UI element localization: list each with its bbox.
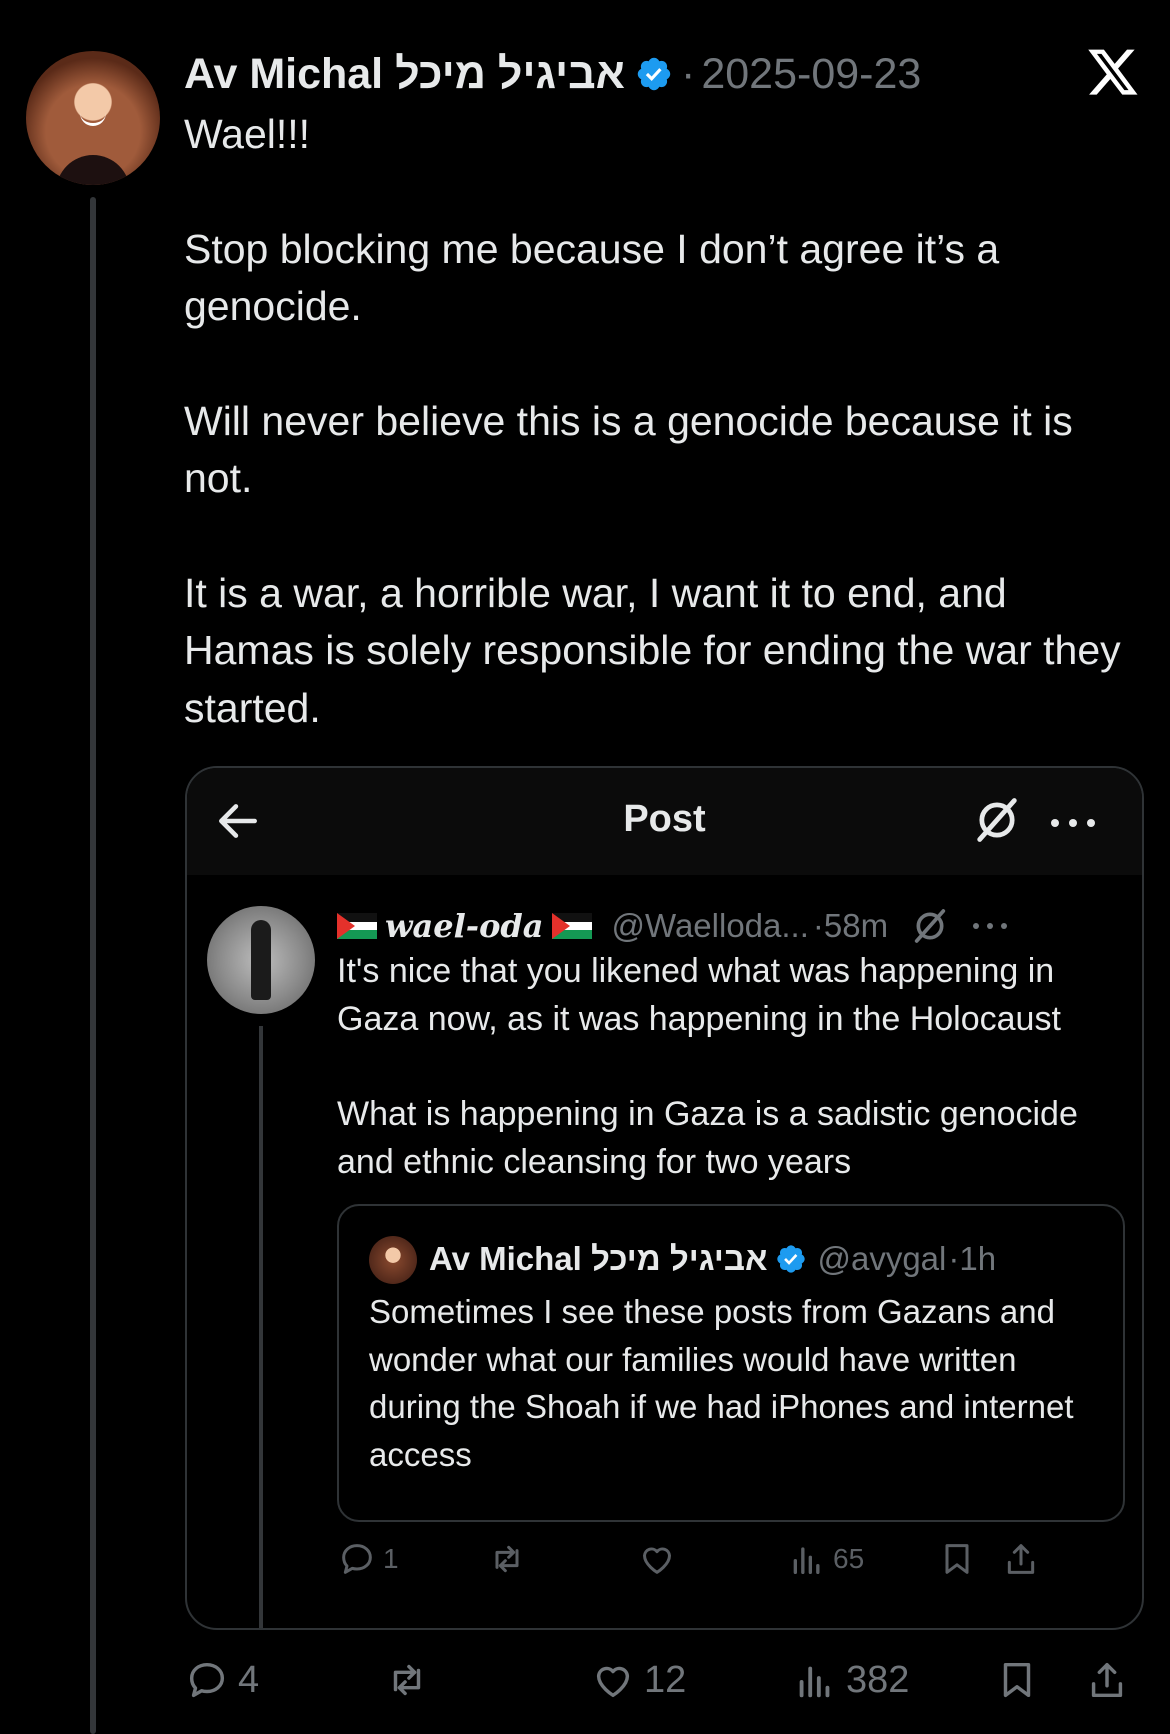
post-date[interactable]: 2025-09-23 bbox=[701, 50, 921, 99]
reply-time: ·58m bbox=[812, 907, 889, 944]
views-button[interactable]: 65 bbox=[787, 1534, 864, 1584]
post-nav-bar: Post bbox=[187, 768, 1142, 875]
views-count: 382 bbox=[846, 1658, 910, 1701]
embedded-screenshot[interactable]: Post wael-oda @Waelloda... ·58m It's nic… bbox=[185, 766, 1144, 1630]
repost-icon bbox=[495, 1545, 519, 1573]
quoted-post[interactable]: Av Michal אביגיל מיכל @avygal ·1h Someti… bbox=[337, 1204, 1125, 1522]
like-icon bbox=[596, 1666, 630, 1698]
thread-line bbox=[90, 197, 96, 1734]
verified-badge-icon bbox=[637, 57, 671, 91]
reply-icon bbox=[189, 1662, 225, 1698]
reply-count: 1 bbox=[383, 1543, 399, 1574]
repost-button[interactable] bbox=[384, 1652, 430, 1708]
like-icon bbox=[643, 1547, 671, 1574]
views-icon bbox=[793, 1547, 820, 1574]
quoted-author-avatar bbox=[369, 1236, 417, 1284]
bookmark-icon bbox=[1003, 1662, 1031, 1698]
share-button[interactable] bbox=[1001, 1534, 1041, 1584]
reply-body: It's nice that you likened what was happ… bbox=[337, 948, 1127, 1234]
reply-thread-line bbox=[259, 1026, 263, 1628]
reply-icon bbox=[342, 1544, 372, 1574]
quoted-body: Sometimes I see these posts from Gazans … bbox=[369, 1293, 1074, 1473]
quoted-author-name: Av Michal אביגיל מיכל bbox=[429, 1240, 768, 1277]
header-separator: · bbox=[681, 49, 696, 98]
post-paragraph: It is a war, a horrible war, I want it t… bbox=[184, 569, 1121, 731]
grok-icon[interactable] bbox=[971, 794, 1023, 846]
reply-count: 4 bbox=[238, 1658, 260, 1701]
views-button[interactable]: 382 bbox=[792, 1652, 909, 1708]
share-icon bbox=[1007, 1544, 1035, 1574]
post-paragraph: Wael!!! bbox=[184, 111, 311, 157]
post-body: Wael!!! Stop blocking me because I don’t… bbox=[184, 106, 1134, 794]
bookmark-icon bbox=[945, 1544, 969, 1574]
author-name[interactable]: Av Michal אביגיל מיכל bbox=[184, 50, 625, 99]
reply-author-avatar[interactable] bbox=[207, 906, 315, 1014]
quoted-handle: @avygal bbox=[817, 1240, 947, 1277]
reply-paragraph: It's nice that you likened what was happ… bbox=[337, 952, 1061, 1038]
reply-action-bar: 1 65 bbox=[337, 1534, 1137, 1584]
quoted-time: ·1h bbox=[948, 1240, 997, 1277]
palestine-flag-icon bbox=[551, 913, 592, 939]
reply-author-name[interactable]: wael-oda bbox=[385, 907, 544, 945]
share-icon bbox=[1091, 1662, 1123, 1698]
post-paragraph: Stop blocking me because I don’t agree i… bbox=[184, 225, 1000, 330]
repost-button[interactable] bbox=[487, 1534, 527, 1584]
more-icon[interactable] bbox=[972, 922, 1008, 930]
like-button[interactable]: 12 bbox=[590, 1652, 686, 1708]
views-icon bbox=[799, 1666, 830, 1698]
x-logo-icon[interactable] bbox=[1086, 46, 1140, 96]
palestine-flag-icon bbox=[337, 913, 377, 939]
like-count: 12 bbox=[644, 1658, 687, 1701]
grok-icon[interactable] bbox=[910, 906, 950, 946]
reply-header: wael-oda @Waelloda... ·58m bbox=[337, 901, 1008, 951]
post-header: Av Michal אביגיל מיכל · 2025-09-23 bbox=[184, 44, 921, 104]
reply-handle[interactable]: @Waelloda... bbox=[612, 907, 809, 945]
post-action-bar: 4 12 382 bbox=[184, 1652, 1144, 1708]
verified-badge-icon bbox=[777, 1245, 806, 1273]
views-count: 65 bbox=[833, 1543, 865, 1574]
quoted-header: Av Michal אביגיל מיכל @avygal ·1h bbox=[429, 1234, 996, 1284]
more-icon[interactable] bbox=[1049, 818, 1097, 828]
bookmark-button[interactable] bbox=[937, 1534, 977, 1584]
reply-button[interactable]: 1 bbox=[337, 1534, 399, 1584]
reply-paragraph: What is happening in Gaza is a sadistic … bbox=[337, 1095, 1078, 1181]
bookmark-button[interactable] bbox=[994, 1652, 1040, 1708]
repost-icon bbox=[393, 1664, 421, 1696]
author-avatar[interactable] bbox=[26, 51, 160, 185]
post-paragraph: Will never believe this is a genocide be… bbox=[184, 397, 1073, 502]
like-button[interactable] bbox=[637, 1534, 677, 1584]
reply-button[interactable]: 4 bbox=[184, 1652, 259, 1708]
share-button[interactable] bbox=[1084, 1652, 1130, 1708]
